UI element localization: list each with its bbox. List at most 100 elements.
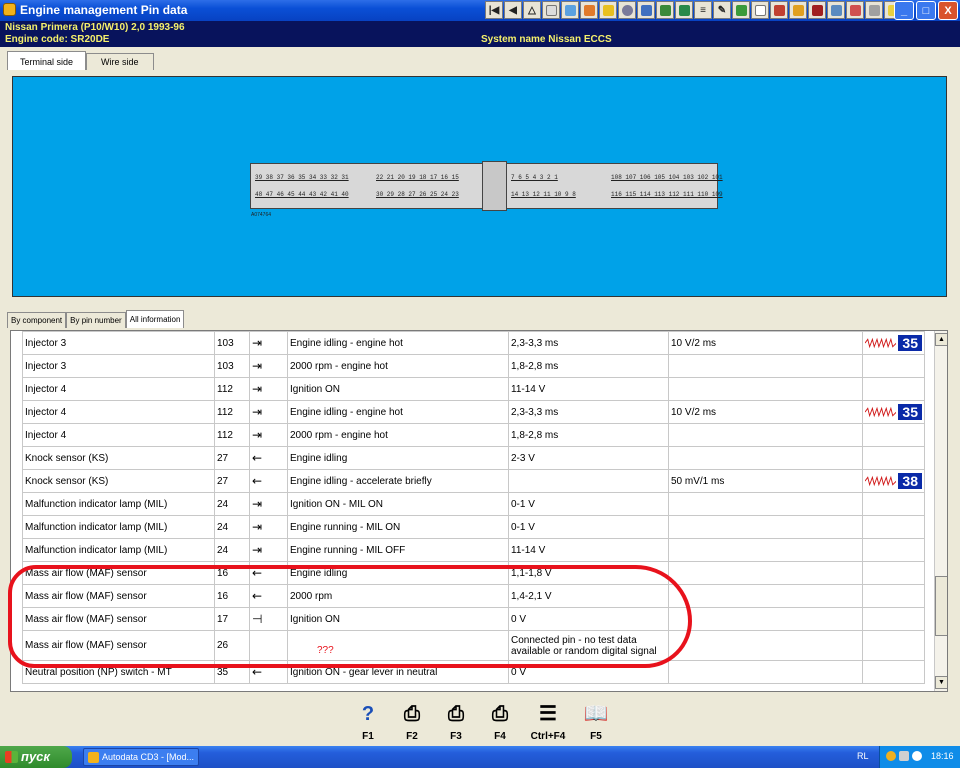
component-cell: Malfunction indicator lamp (MIL) [22, 492, 215, 516]
pin-cell: 16 [214, 584, 250, 608]
key-icon[interactable] [865, 1, 883, 19]
table-row[interactable]: Injector 4 112 ⇥ Ignition ON 11-14 V [22, 377, 925, 401]
component-cell: Injector 3 [22, 354, 215, 378]
service-icon[interactable] [580, 1, 598, 19]
print-list-icon: ☰ [539, 703, 557, 725]
chart-icon[interactable] [561, 1, 579, 19]
scope-setting-cell: 10 V/2 ms [668, 331, 863, 355]
title-bar: Engine management Pin data |◀ ◀ △ ≡ ✎ _ … [0, 0, 960, 21]
table-row[interactable]: Mass air flow (MAF) sensor 26 Connected pi… [22, 630, 925, 661]
print-preview-icon: ⎙ [448, 703, 464, 725]
vehicle-info-bar: Nissan Primera (P10/W10) 2,0 1993-96 Eng… [0, 21, 960, 47]
tab-by-pin-number[interactable]: By pin number [66, 312, 126, 328]
document-icon[interactable] [542, 1, 560, 19]
table-row[interactable]: Injector 4 112 ⇥ 2000 rpm - engine hot 1,8-2… [22, 423, 925, 447]
table-row[interactable]: Malfunction indicator lamp (MIL) 24 ⇥ Engin… [22, 538, 925, 562]
menu-icon[interactable]: ≡ [694, 1, 712, 19]
oscilloscope-link[interactable]: 35 [865, 404, 922, 420]
table-row[interactable]: Mass air flow (MAF) sensor 17 ⊣ Ignition ON… [22, 607, 925, 631]
table-row[interactable]: Mass air flow (MAF) sensor 16 ← 2000 rpm 1,4… [22, 584, 925, 608]
engine-icon[interactable] [770, 1, 788, 19]
oscilloscope-link[interactable]: 38 [865, 473, 922, 489]
direction-cell: ⇥ [249, 331, 288, 355]
value-cell: 0-1 V [508, 492, 669, 516]
previous-record-icon[interactable]: ◀ [504, 1, 522, 19]
f3-button[interactable]: ⎙ F3 [436, 698, 476, 744]
taskbar-item-autodata[interactable]: Autodata CD3 - [Mod... [83, 748, 199, 766]
close-button[interactable]: X [938, 1, 958, 20]
pen-icon[interactable]: ✎ [713, 1, 731, 19]
component-cell: Knock sensor (KS) [22, 469, 215, 493]
tools-icon[interactable] [675, 1, 693, 19]
help-icon: ? [361, 703, 375, 725]
tire-icon[interactable] [618, 1, 636, 19]
component-cell: Knock sensor (KS) [22, 446, 215, 470]
window-icon[interactable] [751, 1, 769, 19]
vertical-scrollbar[interactable]: ▲ ▼ [934, 331, 947, 691]
view-tabs: Terminal side Wire side [7, 51, 154, 71]
f5-button[interactable]: 📖 F5 [576, 698, 616, 744]
table-row[interactable]: Injector 3 103 ⇥ Engine idling - engine hot… [22, 331, 925, 355]
function-key-bar: ? F1 ⎙ F2 ⎙ F3 ⎙ F4 ☰ Ctrl+F4 📖 F5 [348, 698, 616, 744]
scope-setting-cell: 10 V/2 ms [668, 400, 863, 424]
scope-ref-number: 38 [898, 473, 922, 489]
direction-cell: ⇥ [249, 423, 288, 447]
language-indicator[interactable]: RL [857, 751, 869, 761]
value-cell: 11-14 V [508, 538, 669, 562]
direction-cell: ⇥ [249, 377, 288, 401]
scope-setting-cell: 50 mV/1 ms [668, 469, 863, 493]
pins-bottom-far: 116 115 114 113 112 111 110 109 [611, 191, 723, 198]
scroll-down-icon[interactable]: ▼ [935, 676, 947, 689]
scroll-up-icon[interactable]: ▲ [935, 333, 947, 346]
tab-by-component[interactable]: By component [7, 312, 67, 328]
table-row[interactable]: Injector 4 112 ⇥ Engine idling - engine hot… [22, 400, 925, 424]
f4-button[interactable]: ⎙ F4 [480, 698, 520, 744]
first-record-icon[interactable]: |◀ [485, 1, 503, 19]
scope-setting-cell [668, 607, 863, 631]
table-row[interactable]: Mass air flow (MAF) sensor 16 ← Engine idli… [22, 561, 925, 585]
settings-icon[interactable] [599, 1, 617, 19]
minimize-button[interactable]: _ [894, 1, 914, 20]
tray-clock-icon[interactable] [886, 751, 896, 761]
battery-icon[interactable] [732, 1, 750, 19]
maximize-button[interactable]: □ [916, 1, 936, 20]
scope-ref-cell [862, 607, 925, 631]
ecu-connector: 39 38 37 36 35 34 33 32 31 22 21 20 19 1… [250, 161, 723, 211]
diagram-icon[interactable] [637, 1, 655, 19]
tray-volume-icon[interactable] [912, 751, 922, 761]
car-icon[interactable] [827, 1, 845, 19]
warning-icon[interactable]: △ [523, 1, 541, 19]
airbag-icon[interactable] [846, 1, 864, 19]
ctrl-f4-button[interactable]: ☰ Ctrl+F4 [524, 698, 572, 744]
diagram-reference: A074764 [251, 212, 272, 218]
print-page-icon: ⎙ [492, 703, 508, 725]
table-row[interactable]: Knock sensor (KS) 27 ← Engine idling - acce… [22, 469, 925, 493]
condition-cell: Engine idling [287, 561, 509, 585]
start-button[interactable]: пуск [0, 746, 72, 768]
list-icon[interactable] [656, 1, 674, 19]
tab-wire-side[interactable]: Wire side [86, 53, 154, 70]
f1-button[interactable]: ? F1 [348, 698, 388, 744]
table-row[interactable]: Knock sensor (KS) 27 ← Engine idling 2-3 V [22, 446, 925, 470]
component-cell: Malfunction indicator lamp (MIL) [22, 538, 215, 562]
brake-icon[interactable] [808, 1, 826, 19]
tab-all-information[interactable]: All information [125, 310, 185, 328]
scope-ref-cell [862, 538, 925, 562]
tab-terminal-side[interactable]: Terminal side [7, 51, 87, 70]
component-cell: Injector 3 [22, 331, 215, 355]
oscilloscope-link[interactable]: 35 [865, 335, 922, 351]
component-cell: Injector 4 [22, 423, 215, 447]
scope-ref-cell [862, 660, 925, 684]
scroll-thumb[interactable] [935, 576, 947, 636]
condition-cell: Engine idling - engine hot [287, 400, 509, 424]
pin-cell: 103 [214, 354, 250, 378]
table-row[interactable]: Injector 3 103 ⇥ 2000 rpm - engine hot 1,8-2… [22, 354, 925, 378]
tray-network-icon[interactable] [899, 751, 909, 761]
f2-button[interactable]: ⎙ F2 [392, 698, 432, 744]
table-row[interactable]: Malfunction indicator lamp (MIL) 24 ⇥ Ignit… [22, 492, 925, 516]
table-row[interactable]: Neutral position (NP) switch - MT 35 ← Igni… [22, 660, 925, 684]
wheel-icon[interactable] [789, 1, 807, 19]
taskbar: пуск Autodata CD3 - [Mod... RL 18:16 [0, 746, 960, 768]
table-row[interactable]: Malfunction indicator lamp (MIL) 24 ⇥ Engin… [22, 515, 925, 539]
scope-ref-cell [862, 492, 925, 516]
